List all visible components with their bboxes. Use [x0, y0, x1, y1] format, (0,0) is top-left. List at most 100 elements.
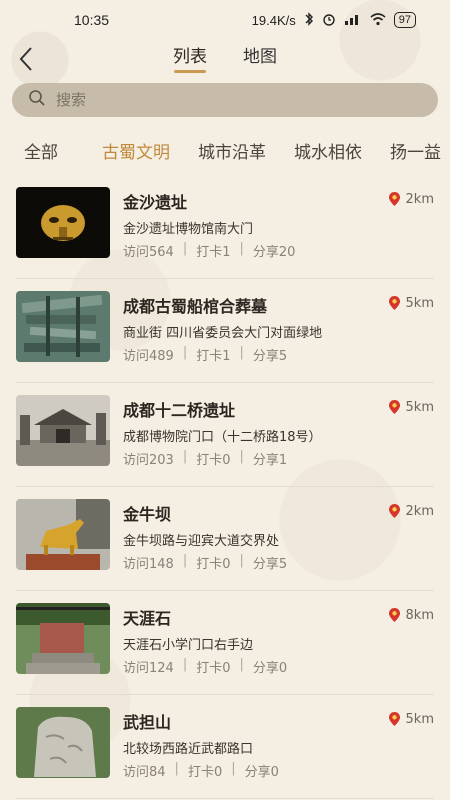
- site-address: 金沙遗址博物馆南大门: [123, 222, 254, 237]
- location-pin-icon: [388, 608, 400, 622]
- view-tabs: 列表 地图: [0, 42, 450, 73]
- share-count: 分享1: [252, 453, 288, 468]
- list-item[interactable]: 金牛坝 金牛坝路与迎宾大道交界处 访问148 | 打卡0 | 分享5 2km: [16, 487, 434, 591]
- site-thumbnail: [16, 499, 110, 570]
- site-title: 金牛坝: [123, 505, 172, 524]
- status-bar: 10:35 19.4K/s 97: [0, 0, 450, 40]
- site-distance: 5km: [388, 295, 434, 311]
- distance-value: 2km: [405, 191, 434, 207]
- site-address: 北较场西路近武都路口: [123, 742, 254, 757]
- battery-indicator: 97: [393, 12, 416, 28]
- divider: |: [239, 241, 244, 256]
- site-distance: 2km: [388, 503, 434, 519]
- site-stats: 访问148 | 打卡0 | 分享5: [123, 553, 287, 572]
- location-pin-icon: [388, 712, 400, 726]
- divider: |: [174, 761, 179, 776]
- category-all[interactable]: 全部: [0, 138, 88, 163]
- visit-count: 访问564: [123, 245, 174, 260]
- search-bar[interactable]: [12, 83, 438, 117]
- divider: |: [239, 449, 244, 464]
- category-city-water[interactable]: 城水相依: [280, 138, 376, 163]
- divider: |: [182, 241, 188, 256]
- share-count: 分享5: [252, 557, 288, 572]
- visit-count: 访问124: [123, 661, 174, 676]
- divider: |: [182, 449, 188, 464]
- site-list: 金沙遗址 金沙遗址博物馆南大门 访问564 | 打卡1 | 分享20 2km 成都古…: [0, 175, 450, 799]
- distance-value: 8km: [405, 607, 434, 623]
- location-pin-icon: [388, 504, 400, 518]
- site-thumbnail: [16, 187, 110, 258]
- site-thumbnail: [16, 291, 110, 362]
- site-title: 金沙遗址: [123, 193, 188, 212]
- category-tabs: 全部 古蜀文明 城市沿革 城水相依 扬一益: [0, 134, 450, 166]
- site-distance: 5km: [388, 399, 434, 415]
- visit-count: 访问84: [123, 765, 166, 780]
- visit-count: 访问148: [123, 557, 174, 572]
- top-nav: 列表 地图: [0, 42, 450, 76]
- category-ancient-shu[interactable]: 古蜀文明: [88, 138, 184, 163]
- site-address: 天涯石小学门口右手边: [123, 638, 254, 653]
- site-address: 商业街 四川省委员会大门对面绿地: [123, 326, 323, 341]
- status-time: 10:35: [74, 12, 110, 28]
- divider: |: [239, 345, 244, 360]
- site-stats: 访问489 | 打卡1 | 分享5: [123, 345, 287, 364]
- network-speed: 19.4K/s: [251, 12, 296, 28]
- checkin-count: 打卡1: [196, 349, 231, 364]
- share-count: 分享20: [252, 245, 296, 260]
- site-thumbnail: [16, 395, 110, 466]
- wifi-icon: [370, 12, 386, 29]
- share-count: 分享0: [244, 765, 279, 780]
- site-thumbnail: [16, 603, 110, 674]
- search-icon: [28, 89, 46, 111]
- distance-value: 2km: [405, 503, 434, 519]
- site-distance: 5km: [388, 711, 434, 727]
- divider: |: [182, 345, 188, 360]
- list-item[interactable]: 金沙遗址 金沙遗址博物馆南大门 访问564 | 打卡1 | 分享20 2km: [16, 175, 434, 279]
- divider: |: [239, 657, 244, 672]
- share-count: 分享5: [252, 349, 288, 364]
- divider: |: [182, 553, 188, 568]
- distance-value: 5km: [405, 295, 434, 311]
- checkin-count: 打卡0: [196, 453, 231, 468]
- alarm-icon: [322, 12, 336, 29]
- site-address: 金牛坝路与迎宾大道交界处: [123, 534, 280, 549]
- site-distance: 2km: [388, 191, 434, 207]
- category-yang-yi[interactable]: 扬一益: [376, 138, 450, 163]
- visit-count: 访问203: [123, 453, 174, 468]
- category-city-history[interactable]: 城市沿革: [184, 138, 280, 163]
- distance-value: 5km: [405, 399, 434, 415]
- divider: |: [182, 657, 188, 672]
- site-stats: 访问84 | 打卡0 | 分享0: [123, 761, 279, 780]
- list-item[interactable]: 武担山 北较场西路近武都路口 访问84 | 打卡0 | 分享0 5km: [16, 695, 434, 799]
- bluetooth-icon: [304, 11, 314, 29]
- checkin-count: 打卡0: [196, 661, 231, 676]
- list-item[interactable]: 成都古蜀船棺合葬墓 商业街 四川省委员会大门对面绿地 访问489 | 打卡1 | 分…: [16, 279, 434, 383]
- tab-map[interactable]: 地图: [243, 42, 277, 73]
- location-pin-icon: [388, 400, 400, 414]
- location-pin-icon: [388, 192, 400, 206]
- site-stats: 访问203 | 打卡0 | 分享1: [123, 449, 287, 468]
- site-title: 武担山: [123, 713, 172, 732]
- distance-value: 5km: [405, 711, 434, 727]
- site-title: 成都十二桥遗址: [123, 401, 236, 420]
- checkin-count: 打卡0: [196, 557, 231, 572]
- checkin-count: 打卡1: [196, 245, 231, 260]
- visit-count: 访问489: [123, 349, 174, 364]
- list-item[interactable]: 天涯石 天涯石小学门口右手边 访问124 | 打卡0 | 分享0 8km: [16, 591, 434, 695]
- site-title: 天涯石: [123, 609, 172, 628]
- site-distance: 8km: [388, 607, 434, 623]
- search-input[interactable]: [56, 91, 396, 109]
- divider: |: [239, 553, 244, 568]
- site-stats: 访问124 | 打卡0 | 分享0: [123, 657, 287, 676]
- site-address: 成都博物院门口（十二桥路18号）: [123, 430, 322, 445]
- location-pin-icon: [388, 296, 400, 310]
- share-count: 分享0: [252, 661, 288, 676]
- signal-icon: [344, 12, 362, 29]
- site-stats: 访问564 | 打卡1 | 分享20: [123, 241, 295, 260]
- divider: |: [231, 761, 236, 776]
- list-item[interactable]: 成都十二桥遗址 成都博物院门口（十二桥路18号） 访问203 | 打卡0 | 分享1…: [16, 383, 434, 487]
- checkin-count: 打卡0: [187, 765, 223, 780]
- site-title: 成都古蜀船棺合葬墓: [123, 297, 268, 316]
- site-thumbnail: [16, 707, 110, 778]
- tab-list[interactable]: 列表: [173, 42, 207, 73]
